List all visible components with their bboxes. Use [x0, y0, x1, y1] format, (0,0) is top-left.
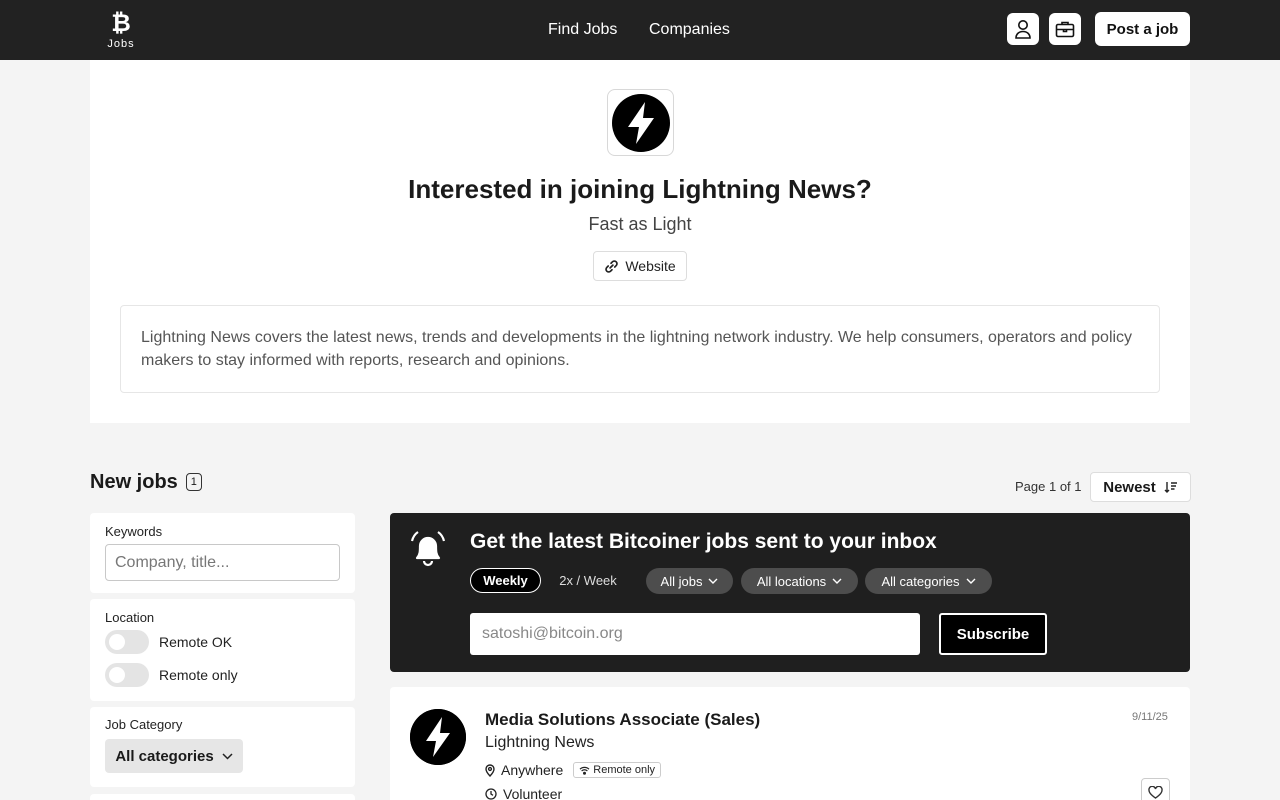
website-button[interactable]: Website [593, 251, 687, 281]
nav-find-jobs[interactable]: Find Jobs [548, 19, 617, 41]
logo-text: Jobs [107, 38, 135, 50]
website-label: Website [625, 258, 676, 274]
lightning-logo-icon [611, 93, 670, 152]
heart-icon [1148, 786, 1163, 799]
sort-label: Newest [1103, 478, 1156, 496]
job-title[interactable]: Media Solutions Associate (Sales) [485, 710, 760, 730]
job-type-text: Volunteer [503, 786, 563, 800]
job-location: Anywhere Remote only [485, 762, 662, 778]
remote-badge-text: Remote only [593, 764, 656, 776]
briefcase-icon [1055, 21, 1075, 38]
keywords-filter: Keywords [90, 513, 355, 593]
chevron-down-icon [966, 578, 976, 584]
job-type: Volunteer [485, 786, 562, 800]
clock-icon [485, 788, 497, 800]
link-icon [605, 259, 619, 273]
remote-only-toggle[interactable] [105, 663, 149, 687]
keywords-label: Keywords [105, 524, 163, 539]
subscribe-title: Get the latest Bitcoiner jobs sent to yo… [470, 530, 937, 553]
jobs-title-text: New jobs [90, 471, 178, 493]
locations-value: All locations [756, 573, 827, 589]
keywords-input[interactable] [105, 544, 340, 581]
remote-ok-toggle-row[interactable]: Remote OK [105, 630, 232, 654]
my-jobs-button[interactable] [1049, 13, 1081, 45]
favorite-button[interactable] [1141, 778, 1170, 800]
nav-companies[interactable]: Companies [649, 19, 730, 41]
frequency-weekly[interactable]: Weekly [470, 568, 541, 593]
chevron-down-icon [222, 752, 233, 760]
job-company: Lightning News [485, 734, 595, 751]
job-company-logo [410, 709, 466, 765]
email-input[interactable] [470, 613, 920, 655]
locations-dropdown[interactable]: All locations [741, 568, 858, 594]
job-listing-card[interactable]: Media Solutions Associate (Sales) Lightn… [390, 687, 1190, 800]
chevron-down-icon [832, 578, 842, 584]
job-date: 9/11/25 [1132, 711, 1168, 723]
frequency-twice-weekly[interactable]: 2x / Week [550, 568, 626, 593]
jobs-section-title: New jobs 1 [90, 470, 202, 494]
categories-value: All categories [881, 573, 960, 589]
categories-dropdown[interactable]: All categories [865, 568, 992, 594]
job-location-text: Anywhere [501, 762, 564, 778]
remote-only-toggle-row[interactable]: Remote only [105, 663, 238, 687]
subscribe-button[interactable]: Subscribe [939, 613, 1047, 655]
company-description: Lightning News covers the latest news, t… [120, 305, 1160, 393]
company-logo [607, 89, 674, 156]
next-filter-box [90, 794, 355, 800]
remote-ok-toggle[interactable] [105, 630, 149, 654]
lightning-logo-icon [410, 709, 466, 765]
company-tagline: Fast as Light [588, 214, 692, 234]
category-label: Job Category [105, 717, 183, 732]
bitcoin-logo-icon: ₿ [111, 10, 131, 37]
category-filter: Job Category All categories [90, 707, 355, 787]
top-navbar: ₿ Jobs Find Jobs Companies Post a job [0, 0, 1280, 60]
jobs-type-value: All jobs [660, 573, 703, 589]
remote-ok-label: Remote OK [159, 634, 233, 650]
bell-icon [410, 531, 446, 567]
chevron-down-icon [708, 578, 718, 584]
account-button[interactable] [1007, 13, 1039, 45]
wifi-icon [579, 766, 590, 775]
jobs-count-badge: 1 [185, 473, 202, 491]
jobs-type-dropdown[interactable]: All jobs [646, 568, 733, 594]
location-label: Location [105, 610, 155, 625]
company-title: Interested in joining Lightning News? [408, 174, 872, 204]
sort-icon [1164, 482, 1177, 493]
post-job-button[interactable]: Post a job [1095, 12, 1190, 46]
map-pin-icon [485, 763, 495, 777]
toggle-knob [109, 634, 125, 650]
location-filter: Location Remote OK Remote only [90, 599, 355, 701]
sort-dropdown[interactable]: Newest [1090, 472, 1191, 502]
site-logo[interactable]: ₿ Jobs [104, 10, 138, 52]
remote-only-label: Remote only [159, 667, 238, 683]
page-info: Page 1 of 1 [1015, 479, 1082, 494]
user-icon [1015, 20, 1031, 39]
company-header-card: Interested in joining Lightning News? Fa… [90, 60, 1190, 423]
toggle-knob [109, 667, 125, 683]
category-select-value: All categories [115, 747, 214, 765]
category-select[interactable]: All categories [105, 739, 243, 773]
subscribe-banner: Get the latest Bitcoiner jobs sent to yo… [390, 513, 1190, 672]
remote-badge: Remote only [573, 762, 662, 778]
